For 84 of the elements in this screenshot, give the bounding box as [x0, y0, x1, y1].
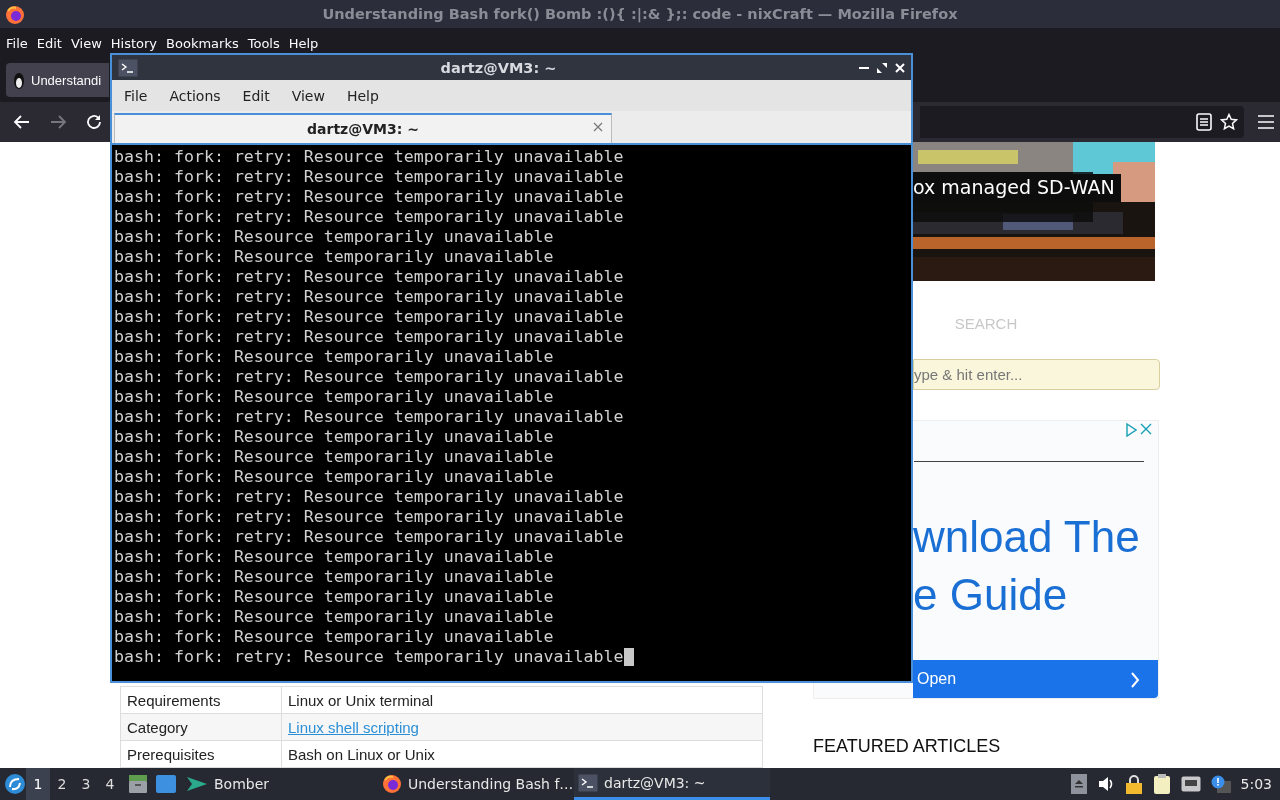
output-line: bash: fork: retry: Resource temporarily unavailable [114, 507, 624, 527]
output-line: bash: fork: retry: Resource temporarily unavailable [114, 147, 624, 167]
table-cell: Bash on Linux or Unix [281, 740, 763, 768]
output-line: bash: fork: Resource temporarily unavailable [114, 427, 554, 447]
clipboard-icon[interactable] [1152, 774, 1171, 794]
search-field[interactable]: ype & hit enter... [913, 359, 1160, 390]
menu-item[interactable]: Tools [243, 35, 284, 51]
table-cell: Requirements [120, 686, 282, 714]
arrow-icon [186, 775, 208, 793]
window-title: Understanding Bash fork() Bomb :(){ :|:& };: code - nixCraft — Mozilla Firefox [322, 6, 958, 22]
output-line: bash: fork: Resource temporarily unavailable [114, 567, 554, 587]
chevron-icon [1130, 672, 1140, 688]
output-line: bash: fork: Resource temporarily unavailable [114, 247, 554, 267]
menu-icon[interactable] [1258, 115, 1274, 129]
output-line: bash: fork: Resource temporarily unavailable [114, 387, 554, 407]
output-line: bash: fork: Resource temporarily unavailable [114, 607, 554, 627]
banner-caption: ox managed SD-WAN [913, 174, 1121, 202]
browser-icon [382, 774, 402, 794]
output-line: bash: fork: Resource temporarily unavailable [114, 587, 554, 607]
reader-icon[interactable] [1196, 113, 1212, 131]
star-icon[interactable] [1220, 113, 1238, 131]
menu-item[interactable]: Help [284, 35, 323, 51]
play-icon[interactable] [1125, 423, 1137, 437]
reload-icon[interactable] [85, 113, 103, 131]
menu-item[interactable]: Bookmarks [162, 35, 243, 51]
menu-item[interactable]: File [2, 35, 32, 51]
window-title: dartz@VM3: ~ [440, 59, 557, 76]
output-line: bash: fork: retry: Resource temporarily unavailable [114, 487, 624, 507]
output-line: bash: fork: Resource temporarily unavailable [114, 627, 554, 647]
task-button[interactable]: Bomber [182, 768, 378, 800]
window-icon[interactable] [155, 774, 177, 794]
output-line: bash: fork: retry: Resource temporarily unavailable [114, 167, 624, 187]
workspace-button[interactable]: 3 [74, 768, 98, 800]
terminal-icon [578, 773, 598, 792]
terminal-tab[interactable]: dartz@VM3: ~ [114, 113, 612, 143]
workspace-button[interactable]: 4 [98, 768, 122, 800]
table-cell: Linux or Unix terminal [281, 686, 763, 714]
menu-item[interactable]: History [106, 35, 162, 51]
task-button[interactable]: Understanding Bash f… [378, 768, 574, 800]
section-heading: FEATURED ARTICLES [813, 736, 1002, 757]
notification-icon[interactable] [1210, 775, 1231, 793]
output-line: bash: fork: Resource temporarily unavailable [114, 227, 554, 247]
output-line: bash: fork: Resource temporarily unavailable [114, 447, 554, 467]
task-button[interactable]: dartz@VM3: ~ [574, 768, 770, 800]
output-line: bash: fork: retry: Resource temporarily unavailable [114, 367, 624, 387]
browser-tab[interactable]: Understandi [6, 63, 109, 97]
open-button[interactable]: Open [913, 660, 1158, 698]
output-line: bash: fork: retry: Resource temporarily unavailable [114, 287, 624, 307]
penguin-icon [12, 71, 26, 89]
menu-item[interactable]: View [283, 87, 333, 104]
output-line: bash: fork: retry: Resource temporarily unavailable [114, 207, 624, 227]
table-cell: Category [120, 713, 282, 741]
output-line: bash: fork: retry: Resource temporarily unavailable [114, 267, 624, 287]
maximize-icon[interactable] [877, 62, 887, 73]
file-cabinet-icon[interactable] [128, 774, 148, 794]
menu-item[interactable]: Actions [161, 87, 229, 104]
terminal-icon [118, 58, 138, 77]
output-line: bash: fork: Resource temporarily unavailable [114, 347, 554, 367]
output-line: bash: fork: retry: Resource temporarily unavailable [114, 527, 624, 547]
menu-item[interactable]: Help [338, 87, 387, 104]
menu-item[interactable]: Edit [32, 35, 66, 51]
output-line: bash: fork: Resource temporarily unavailable [114, 467, 554, 487]
back-icon[interactable] [13, 113, 31, 131]
clock: 5:03 [1240, 776, 1272, 792]
output-line: bash: fork: retry: Resource temporarily unavailable [114, 327, 624, 347]
lock-icon[interactable] [1124, 774, 1143, 794]
output-line: bash: fork: retry: Resource temporarily unavailable [114, 307, 624, 327]
workspace-button[interactable]: 2 [50, 768, 74, 800]
network-icon[interactable] [1180, 776, 1201, 792]
output-line: bash: fork: retry: Resource temporarily unavailable [114, 407, 624, 427]
volume-icon[interactable] [1096, 776, 1115, 792]
menu-item[interactable]: View [66, 35, 106, 51]
output-line: bash: fork: retry: Resource temporarily unavailable [114, 647, 624, 667]
eject-icon[interactable] [1070, 774, 1087, 794]
browser-logo-icon [5, 5, 25, 25]
ad-headline: wnload The e Guide [913, 511, 1141, 621]
menu-item[interactable]: Edit [234, 87, 278, 104]
output-line: bash: fork: retry: Resource temporarily unavailable [114, 187, 624, 207]
workspace-button[interactable]: 1 [26, 768, 50, 800]
menu-item[interactable]: File [116, 87, 156, 104]
start-menu-icon[interactable] [4, 773, 26, 795]
address-bar[interactable] [920, 106, 1244, 138]
output-line: bash: fork: Resource temporarily unavailable [114, 547, 554, 567]
table-cell: Prerequisites [120, 740, 282, 768]
